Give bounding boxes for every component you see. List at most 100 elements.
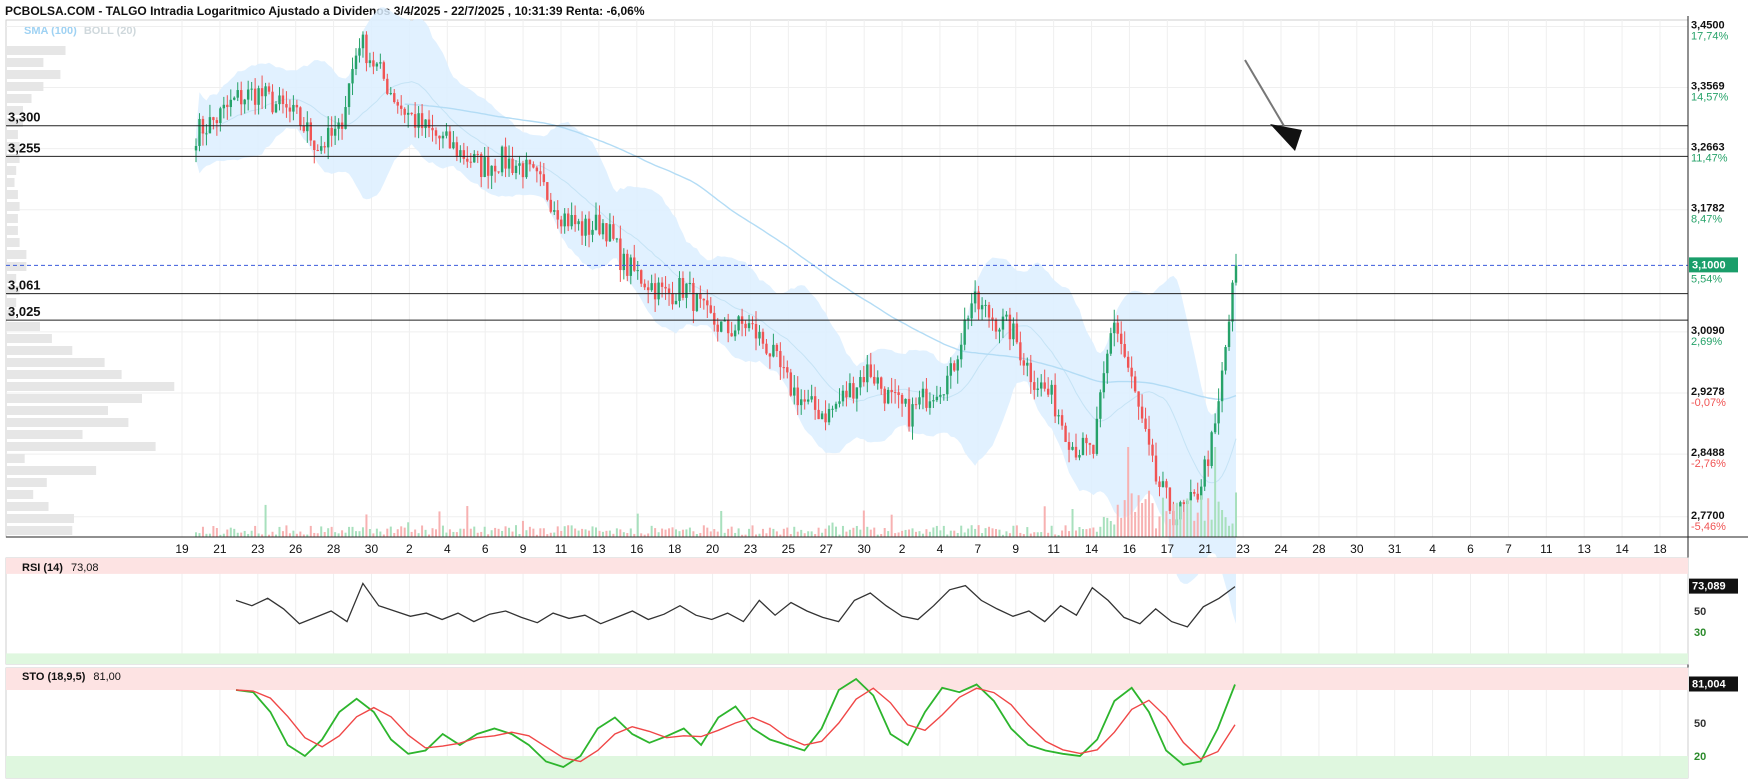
candle-body: [497, 171, 500, 173]
candle-body: [205, 133, 208, 135]
candle-body: [323, 146, 326, 148]
candle-body: [845, 390, 848, 398]
candle-body: [469, 161, 472, 163]
candle-body: [660, 282, 664, 287]
candle-body: [911, 404, 914, 427]
volume-bar: [309, 525, 312, 537]
candle-body: [761, 331, 765, 344]
candle-body: [692, 283, 695, 311]
volume-bar: [765, 533, 768, 537]
candle-body: [1193, 492, 1196, 494]
volume-bar: [828, 525, 831, 537]
candle-body: [1106, 353, 1109, 374]
volume-bar: [1092, 527, 1095, 537]
candle-body: [375, 63, 379, 67]
volume-bar: [615, 528, 618, 537]
volume-bar: [629, 528, 632, 537]
candle-body: [834, 403, 838, 409]
volume-bar: [407, 522, 410, 537]
volume-bar: [751, 525, 754, 537]
candle-body: [1210, 432, 1213, 467]
candle-body: [1109, 333, 1112, 354]
candle-body: [671, 292, 674, 305]
volume-profile-bar: [6, 166, 17, 175]
volume-bar: [1127, 447, 1130, 537]
y-tick-pct: 11,47%: [1691, 153, 1728, 165]
volume-profile-bar: [6, 94, 32, 103]
x-tick-label: 21: [213, 542, 227, 556]
volume-bar: [250, 530, 253, 537]
volume-bar: [894, 533, 897, 537]
candle-body: [194, 145, 198, 151]
volume-bar: [553, 532, 556, 537]
volume-bar: [671, 527, 674, 537]
volume-bar: [626, 533, 629, 537]
volume-bar: [841, 525, 844, 537]
candle-body: [678, 278, 681, 301]
x-tick-label: 30: [365, 542, 379, 556]
volume-bar: [348, 526, 351, 537]
volume-bar: [438, 511, 441, 537]
candle-body: [932, 400, 935, 402]
volume-bar: [480, 531, 483, 537]
osc-level-label: 50: [1694, 718, 1706, 730]
osc-level-label: 30: [1694, 627, 1706, 639]
candle-body: [573, 214, 577, 225]
volume-bar: [1155, 528, 1157, 537]
candle-body: [820, 413, 824, 420]
candle-body: [991, 317, 994, 320]
candle-body: [1008, 314, 1012, 340]
x-tick-label: 26: [289, 542, 303, 556]
candle-body: [681, 278, 685, 298]
candle-body: [1203, 459, 1206, 487]
volume-bar: [243, 530, 246, 537]
volume-bar: [233, 528, 236, 537]
volume-profile-bar: [6, 250, 27, 259]
volume-profile-bar: [6, 334, 52, 343]
candle-body: [810, 396, 813, 400]
volume-bar: [723, 532, 726, 537]
rsi-panel: 50 30 73,089: [5, 557, 1738, 665]
volume-bar: [949, 530, 952, 537]
volume-bar: [469, 528, 472, 537]
candle-body: [459, 150, 462, 157]
sto-panel: 50 20 81,004: [5, 667, 1738, 779]
overbought-zone: [6, 558, 1688, 574]
volume-bar: [515, 525, 517, 537]
candle-body: [448, 131, 452, 149]
volume-bar: [640, 533, 643, 537]
volume-profile-bar: [6, 442, 156, 451]
volume-profile-bar: [6, 502, 49, 511]
candle-body: [737, 316, 740, 331]
volume-bar: [327, 528, 330, 537]
candle-body: [880, 377, 883, 389]
candle-body: [490, 165, 493, 176]
volume-bar: [998, 529, 1001, 537]
x-tick-label: 13: [1578, 542, 1592, 556]
volume-bar: [887, 531, 890, 537]
volume-bar: [786, 527, 789, 537]
volume-bar: [570, 525, 573, 537]
candle-body: [330, 127, 333, 136]
volume-bar: [441, 525, 444, 537]
candle-body: [406, 112, 410, 115]
volume-bar: [1113, 524, 1116, 537]
volume-profile-bar: [6, 526, 73, 535]
candle-body: [226, 104, 229, 108]
candle-body: [542, 174, 546, 183]
volume-bar: [862, 510, 865, 537]
candle-body: [1012, 323, 1015, 340]
volume-bar: [915, 531, 917, 537]
volume-profile-bar: [6, 46, 66, 55]
candle-body: [608, 224, 612, 242]
volume-bar: [1203, 520, 1206, 537]
volume-bar: [1193, 520, 1196, 537]
candle-body: [994, 319, 998, 332]
candle-body: [1060, 415, 1064, 426]
volume-bar: [685, 529, 688, 537]
volume-bar: [681, 529, 684, 537]
volume-bar: [288, 533, 291, 537]
volume-bar: [935, 525, 938, 537]
candle-body: [1182, 502, 1186, 505]
volume-bar: [942, 525, 945, 537]
